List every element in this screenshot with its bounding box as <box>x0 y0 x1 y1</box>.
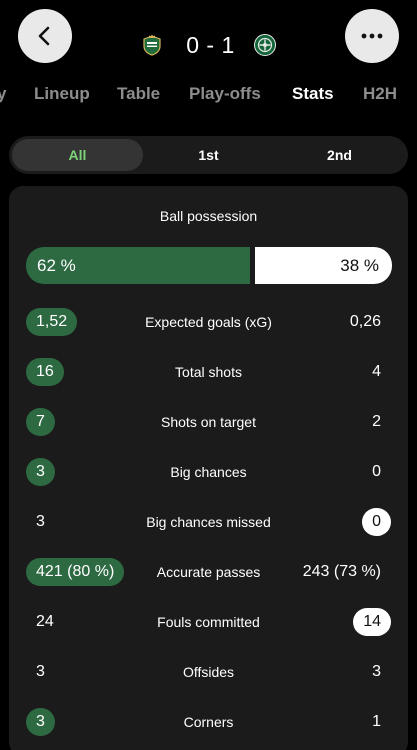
possession-title: Ball possession <box>159 208 258 224</box>
stat-home-value: 7 <box>26 408 55 436</box>
stat-home-value: 16 <box>26 358 64 386</box>
more-options-button[interactable] <box>345 9 399 63</box>
stat-home-value: 1,52 <box>26 308 78 336</box>
stat-away-value: 3 <box>372 663 381 680</box>
possession-away-value: 38 % <box>340 255 379 275</box>
possession-away-fill: 38 % <box>255 247 392 284</box>
stat-home-value: 3 <box>26 708 55 736</box>
stat-away-value: 0 <box>362 508 391 536</box>
tab-lineup[interactable]: Lineup <box>34 84 90 104</box>
stat-away-value: 14 <box>353 608 391 636</box>
stat-row: Total shots 16 4 <box>0 358 417 386</box>
segment-1st-half[interactable]: 1st <box>143 139 274 171</box>
away-team-crest[interactable] <box>253 33 277 57</box>
stat-label: Big chances <box>170 464 247 480</box>
stat-row: Big chances missed 3 0 <box>0 508 417 536</box>
stat-away-value: 4 <box>372 363 381 380</box>
match-score: 0 - 1 <box>186 31 235 58</box>
possession-bar: 62 % 38 % <box>26 247 392 284</box>
stat-label: Big chances missed <box>146 514 271 530</box>
stat-label: Offsides <box>182 664 235 680</box>
stat-row: Corners 3 1 <box>0 708 417 736</box>
match-header: 0 - 1 <box>0 0 417 80</box>
tab-play-offs[interactable]: Play-offs <box>189 84 261 104</box>
stat-home-value: 24 <box>36 613 54 630</box>
stat-row: Accurate passes 421 (80 %) 243 (73 %) <box>0 558 417 586</box>
home-team-crest[interactable] <box>140 33 164 57</box>
stat-away-value: 1 <box>372 713 381 730</box>
stat-row: Big chances 3 0 <box>0 458 417 486</box>
stat-label: Shots on target <box>161 414 256 430</box>
tab-stats[interactable]: Stats <box>292 84 334 104</box>
segment-2nd-half[interactable]: 2nd <box>274 139 405 171</box>
match-tabs: y Lineup Table Play-offs Stats H2H <box>0 84 417 110</box>
tab-h2h[interactable]: H2H <box>363 84 397 104</box>
stat-home-value: 3 <box>26 458 55 486</box>
tab-table[interactable]: Table <box>117 84 160 104</box>
stat-label: Corners <box>183 714 234 730</box>
tab-partial[interactable]: y <box>0 84 6 104</box>
stat-away-value: 2 <box>372 413 381 430</box>
stat-away-value: 243 (73 %) <box>302 563 381 580</box>
stat-away-value: 0 <box>372 463 381 480</box>
stat-row: Shots on target 7 2 <box>0 408 417 436</box>
stat-away-value: 0,26 <box>349 313 381 330</box>
stat-home-value: 3 <box>36 663 45 680</box>
stat-home-value: 421 (80 %) <box>26 558 125 586</box>
stat-row: Fouls committed 24 14 <box>0 608 417 636</box>
stat-home-value: 3 <box>36 513 45 530</box>
stat-row: Expected goals (xG) 1,52 0,26 <box>0 308 417 336</box>
segment-all[interactable]: All <box>12 139 143 171</box>
possession-home-fill: 62 % <box>26 247 250 284</box>
stat-row: Offsides 3 3 <box>0 658 417 686</box>
possession-home-value: 62 % <box>37 255 76 275</box>
period-selector: All 1st 2nd <box>9 136 408 174</box>
ellipsis-icon <box>361 33 383 39</box>
